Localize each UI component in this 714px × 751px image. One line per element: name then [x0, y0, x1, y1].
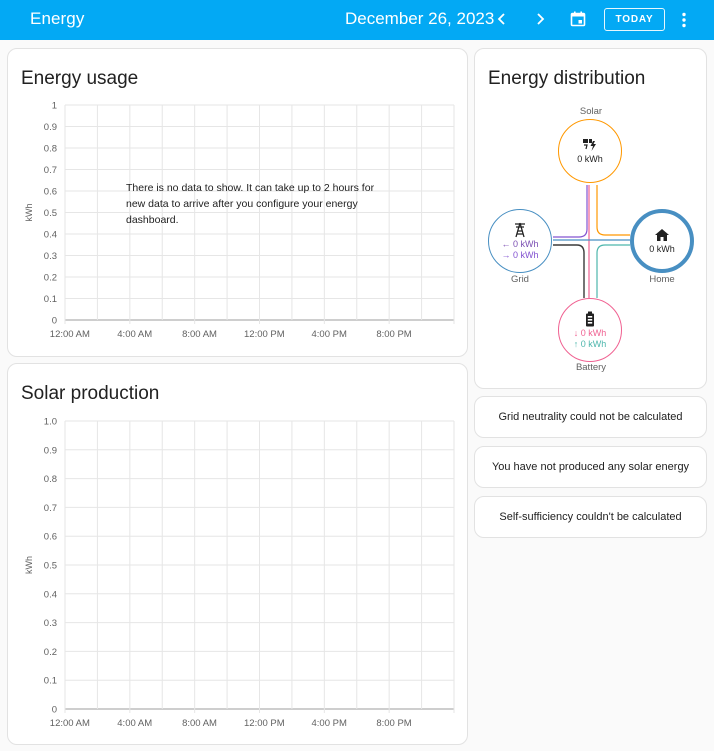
x-tick-label: 12:00 PM: [244, 329, 285, 340]
home-node[interactable]: 0 kWh: [630, 209, 694, 273]
x-tick-label: 12:00 AM: [50, 718, 90, 729]
battery-out-value: ↑ 0 kWh: [573, 338, 607, 349]
no-data-message: There is no data to show. It can take up…: [126, 182, 375, 226]
energy-distribution-card: Energy distribution Solar 0 kWh ← 0 kWh …: [474, 48, 707, 389]
y-tick-label: 0.7: [44, 165, 57, 176]
y-axis-label: kWh: [24, 556, 34, 574]
y-tick-label: 0.6: [44, 532, 57, 543]
solar-node[interactable]: 0 kWh: [558, 119, 622, 183]
x-tick-label: 8:00 AM: [182, 718, 217, 729]
y-tick-label: 0.3: [44, 251, 57, 262]
home-icon: [655, 228, 669, 241]
y-tick-label: 0.8: [44, 144, 57, 155]
home-value: 0 kWh: [649, 243, 675, 254]
more-vert-icon: [682, 12, 686, 28]
more-options-button[interactable]: [678, 11, 690, 29]
x-tick-label: 8:00 PM: [376, 718, 411, 729]
grid-label: Grid: [511, 274, 529, 285]
y-tick-label: 1.0: [44, 417, 57, 428]
top-app-bar: Energy December 26, 2023 TODAY: [0, 0, 714, 40]
y-tick-label: 0.8: [44, 474, 57, 485]
solar-info-card: You have not produced any solar energy: [474, 446, 707, 488]
battery-icon: [586, 311, 594, 326]
energy-usage-card: Energy usage 0 0.1 0.2 0.3 0.4 0.5 0.6 0.7 0.8 0.…: [7, 48, 468, 357]
y-tick-label: 0.9: [44, 122, 57, 133]
grid-neutrality-card: Grid neutrality could not be calculated: [474, 396, 707, 438]
flow-solar-to-home: [596, 185, 630, 236]
y-tick-label: 0.3: [44, 618, 57, 629]
grid-export-value: → 0 kWh: [501, 249, 539, 260]
y-axis-label: kWh: [24, 204, 34, 222]
chevron-left-icon: [497, 13, 505, 25]
y-tick-label: 1: [52, 101, 57, 112]
y-tick-label: 0.4: [44, 589, 57, 600]
y-tick-label: 0.2: [44, 647, 57, 658]
solar-production-chart: 0 0.1 0.2 0.3 0.4 0.5 0.6 0.7 0.8 0.9 1.0 12:00 AM 4…: [24, 417, 455, 729]
x-tick-label: 4:00 PM: [312, 718, 347, 729]
page-title: Energy: [30, 9, 85, 28]
y-tick-label: 0.2: [44, 273, 57, 284]
x-tick-label: 8:00 AM: [182, 329, 217, 340]
x-tick-label: 4:00 AM: [117, 718, 152, 729]
y-tick-label: 0.5: [44, 208, 57, 219]
flow-grid-to-battery: [553, 244, 585, 298]
flow-battery-to-home: [596, 244, 630, 298]
pick-date-button[interactable]: [569, 10, 587, 28]
y-tick-label: 0.9: [44, 445, 57, 456]
current-date: December 26, 2023: [345, 9, 495, 28]
home-label: Home: [649, 274, 675, 285]
solar-power-icon: [583, 138, 596, 151]
x-tick-label: 4:00 PM: [312, 329, 347, 340]
x-tick-label: 4:00 AM: [117, 329, 152, 340]
y-tick-label: 0.1: [44, 294, 57, 305]
battery-node[interactable]: ↓ 0 kWh ↑ 0 kWh: [558, 298, 622, 362]
grid-node[interactable]: ← 0 kWh → 0 kWh: [488, 209, 552, 273]
y-tick-label: 0: [52, 316, 57, 327]
transmission-tower-icon: [515, 222, 525, 237]
next-day-button[interactable]: [532, 10, 548, 28]
solar-value: 0 kWh: [577, 153, 603, 164]
x-tick-label: 8:00 PM: [376, 329, 411, 340]
solar-production-card: Solar production 0 0.1 0.2 0.3 0.4 0.5 0.6 0.7 0…: [7, 363, 468, 745]
calendar-icon: [570, 11, 586, 27]
y-tick-label: 0.4: [44, 230, 57, 241]
battery-in-value: ↓ 0 kWh: [573, 327, 607, 338]
y-tick-label: 0: [52, 705, 57, 716]
y-tick-label: 0.5: [44, 561, 57, 572]
x-tick-label: 12:00 AM: [50, 329, 90, 340]
y-tick-label: 0.1: [44, 676, 57, 687]
x-tick-label: 12:00 PM: [244, 718, 285, 729]
solar-label: Solar: [579, 106, 603, 117]
flow-solar-to-grid: [553, 185, 588, 238]
previous-day-button[interactable]: [494, 10, 510, 28]
self-sufficiency-card: Self-sufficiency couldn't be calculated: [474, 496, 707, 538]
battery-label: Battery: [575, 362, 607, 373]
chevron-right-icon: [537, 13, 545, 25]
today-button[interactable]: TODAY: [604, 8, 665, 31]
y-tick-label: 0.7: [44, 503, 57, 514]
grid-import-value: ← 0 kWh: [501, 238, 539, 249]
y-tick-label: 0.6: [44, 187, 57, 198]
